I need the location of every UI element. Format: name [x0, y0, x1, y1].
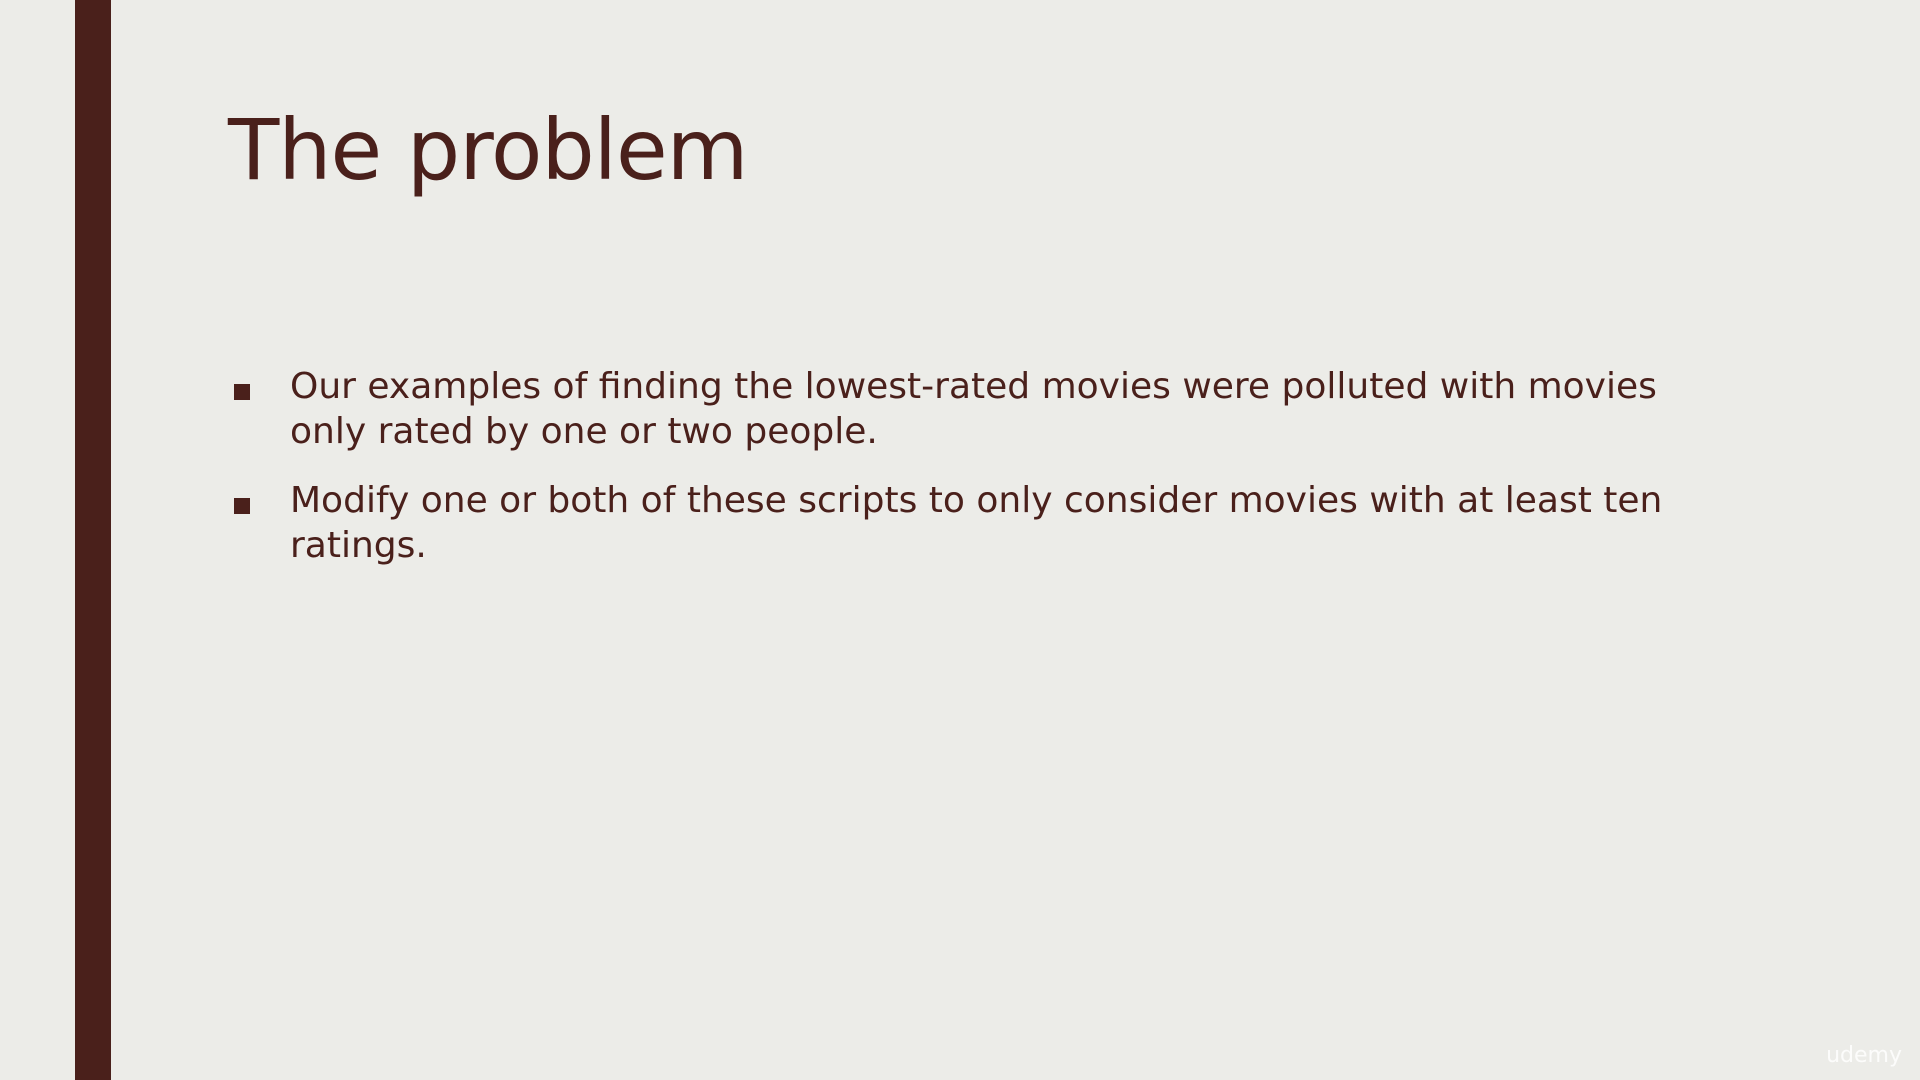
square-bullet-icon — [234, 498, 250, 514]
udemy-watermark: udemy — [1826, 1043, 1902, 1068]
bullet-text: Our examples of finding the lowest-rated… — [290, 366, 1657, 452]
bullet-item: Our examples of finding the lowest-rated… — [228, 364, 1708, 454]
bullet-text: Modify one or both of these scripts to o… — [290, 480, 1663, 566]
square-bullet-icon — [234, 384, 250, 400]
bullet-item: Modify one or both of these scripts to o… — [228, 478, 1708, 568]
bullet-list: Our examples of finding the lowest-rated… — [228, 364, 1708, 592]
slide: The problem Our examples of finding the … — [0, 0, 1920, 1080]
accent-bar — [75, 0, 111, 1080]
slide-title: The problem — [228, 101, 748, 199]
